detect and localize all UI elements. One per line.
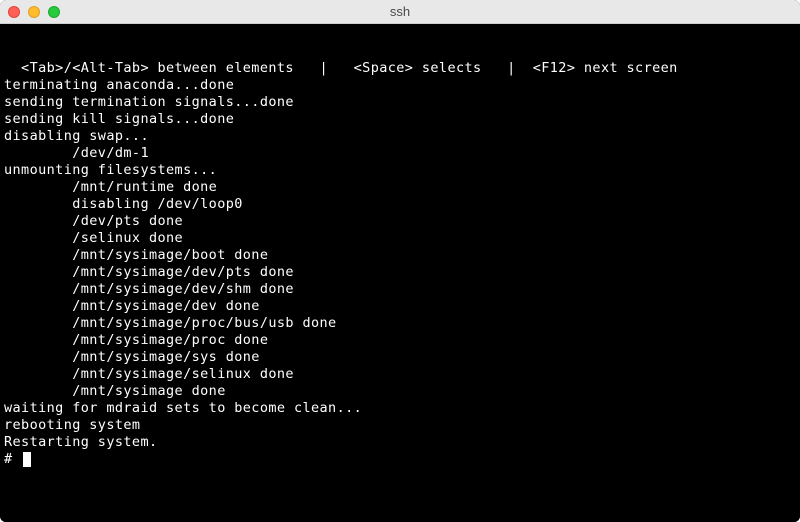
terminal-line: /dev/pts done [4, 213, 796, 230]
window-title: ssh [390, 4, 410, 19]
terminal-line: /selinux done [4, 230, 796, 247]
terminal-line: Restarting system. [4, 434, 796, 451]
zoom-icon[interactable] [48, 6, 60, 18]
terminal-line: sending termination signals...done [4, 94, 796, 111]
minimize-icon[interactable] [28, 6, 40, 18]
terminal-line: disabling /dev/loop0 [4, 196, 796, 213]
terminal-line: /dev/dm-1 [4, 145, 796, 162]
terminal-line: rebooting system [4, 417, 796, 434]
close-icon[interactable] [8, 6, 20, 18]
terminal-line: /mnt/sysimage/sys done [4, 349, 796, 366]
terminal-line: /mnt/sysimage/selinux done [4, 366, 796, 383]
terminal-content[interactable]: <Tab>/<Alt-Tab> between elements | <Spac… [0, 24, 800, 522]
terminal-line: /mnt/sysimage/proc done [4, 332, 796, 349]
prompt: # [4, 451, 21, 467]
terminal-window: ssh <Tab>/<Alt-Tab> between elements | <… [0, 0, 800, 522]
terminal-line: /mnt/sysimage/dev/shm done [4, 281, 796, 298]
terminal-line: terminating anaconda...done [4, 77, 796, 94]
prompt-line: # [4, 451, 796, 468]
terminal-line: /mnt/sysimage/dev done [4, 298, 796, 315]
terminal-line: /mnt/sysimage/boot done [4, 247, 796, 264]
terminal-line: <Tab>/<Alt-Tab> between elements | <Spac… [4, 60, 796, 77]
terminal-line: /mnt/sysimage/dev/pts done [4, 264, 796, 281]
terminal-line: disabling swap... [4, 128, 796, 145]
titlebar[interactable]: ssh [0, 0, 800, 24]
terminal-line: /mnt/sysimage done [4, 383, 796, 400]
terminal-line: /mnt/runtime done [4, 179, 796, 196]
terminal-line: waiting for mdraid sets to become clean.… [4, 400, 796, 417]
terminal-line: /mnt/sysimage/proc/bus/usb done [4, 315, 796, 332]
terminal-line: unmounting filesystems... [4, 162, 796, 179]
cursor-icon [23, 452, 31, 467]
traffic-lights [8, 6, 60, 18]
terminal-line: sending kill signals...done [4, 111, 796, 128]
